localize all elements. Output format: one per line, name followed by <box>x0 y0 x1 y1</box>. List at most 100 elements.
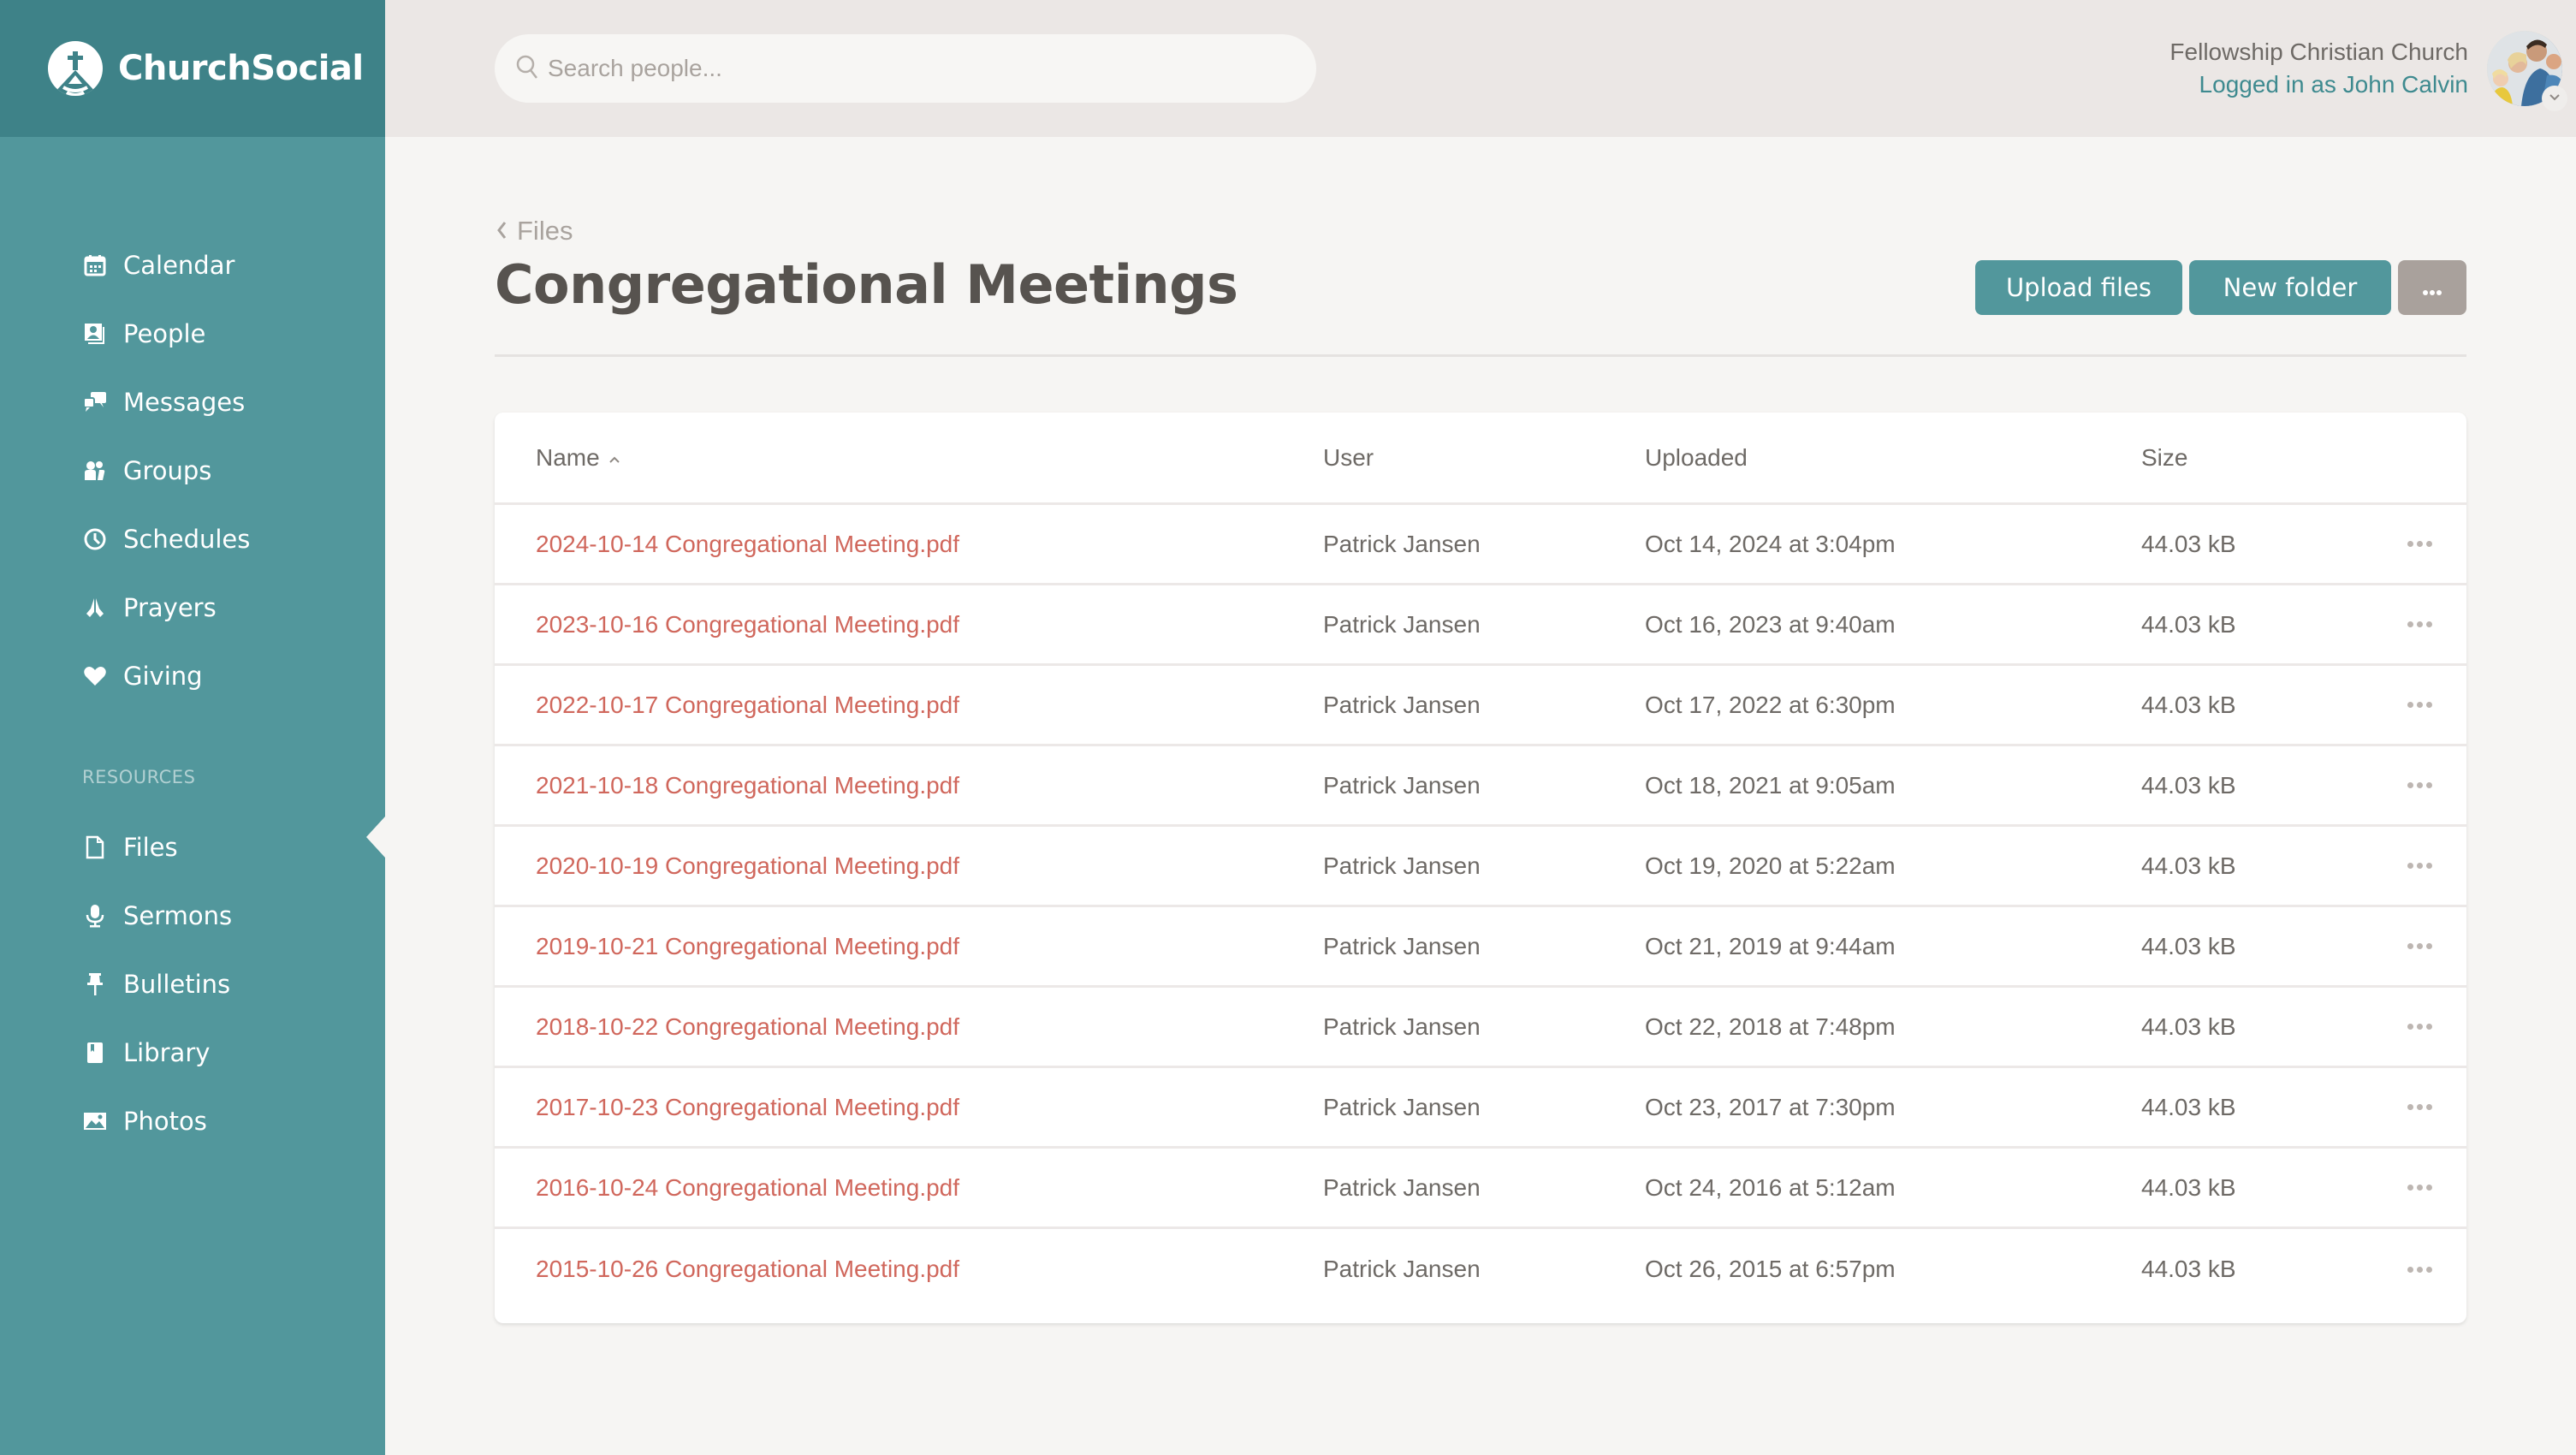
sidebar-item-prayers[interactable]: Prayers <box>82 573 373 642</box>
column-header-uploaded[interactable]: Uploaded <box>1645 444 2141 472</box>
files-table: Name User Uploaded Size 2024-10-14 Congr… <box>495 413 2466 1323</box>
table-body: 2024-10-14 Congregational Meeting.pdf Pa… <box>495 505 2466 1310</box>
file-uploaded-date: Oct 14, 2024 at 3:04pm <box>1645 530 1896 557</box>
file-name-link[interactable]: 2015-10-26 Congregational Meeting.pdf <box>536 1256 959 1282</box>
file-uploaded-date: Oct 21, 2019 at 9:44am <box>1645 932 1896 959</box>
file-user: Patrick Jansen <box>1323 530 1481 557</box>
breadcrumb-back-link[interactable]: Files <box>496 216 573 246</box>
row-actions-menu-icon[interactable] <box>2401 1260 2439 1280</box>
groups-icon <box>82 458 108 484</box>
image-icon <box>82 1108 108 1134</box>
sidebar-item-label: Calendar <box>123 251 235 280</box>
file-uploaded-date: Oct 19, 2020 at 5:22am <box>1645 852 1896 879</box>
search-input[interactable] <box>548 55 1284 82</box>
sidebar: ChurchSocial Calendar People Messages Gr… <box>0 0 385 1455</box>
file-user: Patrick Jansen <box>1323 1013 1481 1040</box>
sidebar-item-groups[interactable]: Groups <box>82 436 373 505</box>
praying-hands-icon <box>82 595 108 621</box>
file-user: Patrick Jansen <box>1323 932 1481 959</box>
logo[interactable]: ChurchSocial <box>0 0 385 137</box>
file-user: Patrick Jansen <box>1323 852 1481 879</box>
file-size: 44.03 kB <box>2141 1093 2236 1120</box>
sidebar-item-label: Library <box>123 1038 211 1067</box>
top-bar: Fellowship Christian Church Logged in as… <box>385 0 2576 137</box>
sidebar-item-bulletins[interactable]: Bulletins <box>82 950 373 1018</box>
microphone-icon <box>82 903 108 929</box>
file-size: 44.03 kB <box>2141 771 2236 799</box>
table-header: Name User Uploaded Size <box>495 413 2466 505</box>
sidebar-item-people[interactable]: People <box>82 300 373 368</box>
file-name-link[interactable]: 2016-10-24 Congregational Meeting.pdf <box>536 1174 959 1201</box>
file-user: Patrick Jansen <box>1323 1093 1481 1120</box>
messages-icon <box>82 389 108 415</box>
file-user: Patrick Jansen <box>1323 610 1481 638</box>
file-name-link[interactable]: 2017-10-23 Congregational Meeting.pdf <box>536 1094 959 1120</box>
file-user: Patrick Jansen <box>1323 691 1481 718</box>
file-name-link[interactable]: 2024-10-14 Congregational Meeting.pdf <box>536 531 959 557</box>
sidebar-item-calendar[interactable]: Calendar <box>82 231 373 300</box>
file-size: 44.03 kB <box>2141 932 2236 959</box>
file-size: 44.03 kB <box>2141 610 2236 638</box>
sidebar-item-schedules[interactable]: Schedules <box>82 505 373 573</box>
active-item-indicator <box>366 817 385 858</box>
sidebar-item-label: Giving <box>123 662 203 691</box>
file-name-link[interactable]: 2021-10-18 Congregational Meeting.pdf <box>536 772 959 799</box>
sidebar-section-resources: RESOURCES <box>82 767 196 787</box>
row-actions-menu-icon[interactable] <box>2401 1097 2439 1117</box>
app-name: ChurchSocial <box>118 49 364 88</box>
row-actions-menu-icon[interactable] <box>2401 1017 2439 1036</box>
church-name: Fellowship Christian Church <box>2169 39 2468 65</box>
column-header-size[interactable]: Size <box>2141 444 2372 472</box>
sidebar-item-label: Sermons <box>123 901 233 930</box>
row-actions-menu-icon[interactable] <box>2401 615 2439 634</box>
table-row: 2019-10-21 Congregational Meeting.pdf Pa… <box>495 907 2466 988</box>
church-logo-icon <box>48 41 103 96</box>
file-size: 44.03 kB <box>2141 1256 2236 1282</box>
sidebar-item-files[interactable]: Files <box>82 813 373 882</box>
sidebar-item-giving[interactable]: Giving <box>82 642 373 710</box>
heart-icon <box>82 663 108 689</box>
file-user: Patrick Jansen <box>1323 1256 1481 1282</box>
column-header-user[interactable]: User <box>1323 444 1645 472</box>
sidebar-item-sermons[interactable]: Sermons <box>82 882 373 950</box>
sidebar-item-label: Schedules <box>123 525 251 554</box>
search-bar[interactable] <box>495 34 1316 103</box>
upload-files-button[interactable]: Upload files <box>1975 260 2182 315</box>
table-row: 2020-10-19 Congregational Meeting.pdf Pa… <box>495 827 2466 907</box>
row-actions-menu-icon[interactable] <box>2401 856 2439 876</box>
account-dropdown-button[interactable] <box>2542 86 2567 111</box>
table-row: 2018-10-22 Congregational Meeting.pdf Pa… <box>495 988 2466 1068</box>
sidebar-item-library[interactable]: Library <box>82 1018 373 1087</box>
file-uploaded-date: Oct 18, 2021 at 9:05am <box>1645 771 1896 799</box>
page-actions: Upload files New folder <box>1975 260 2466 315</box>
file-name-link[interactable]: 2018-10-22 Congregational Meeting.pdf <box>536 1013 959 1040</box>
calendar-icon <box>82 252 108 278</box>
file-name-link[interactable]: 2019-10-21 Congregational Meeting.pdf <box>536 933 959 959</box>
sidebar-nav: Calendar People Messages Groups Schedule… <box>82 231 373 1155</box>
row-actions-menu-icon[interactable] <box>2401 534 2439 554</box>
table-row: 2016-10-24 Congregational Meeting.pdf Pa… <box>495 1149 2466 1229</box>
chevron-left-icon <box>496 216 507 246</box>
sidebar-item-messages[interactable]: Messages <box>82 368 373 436</box>
table-row: 2023-10-16 Congregational Meeting.pdf Pa… <box>495 585 2466 666</box>
search-icon <box>515 54 539 84</box>
title-divider <box>495 354 2466 357</box>
logged-in-user-link[interactable]: Logged in as John Calvin <box>2169 68 2468 101</box>
new-folder-button[interactable]: New folder <box>2189 260 2391 315</box>
file-size: 44.03 kB <box>2141 691 2236 718</box>
table-row: 2021-10-18 Congregational Meeting.pdf Pa… <box>495 746 2466 827</box>
file-size: 44.03 kB <box>2141 1013 2236 1040</box>
more-options-button[interactable] <box>2398 260 2466 315</box>
row-actions-menu-icon[interactable] <box>2401 695 2439 715</box>
sidebar-item-photos[interactable]: Photos <box>82 1087 373 1155</box>
file-name-link[interactable]: 2022-10-17 Congregational Meeting.pdf <box>536 692 959 718</box>
file-size: 44.03 kB <box>2141 530 2236 557</box>
sidebar-item-label: Photos <box>123 1107 207 1136</box>
file-name-link[interactable]: 2020-10-19 Congregational Meeting.pdf <box>536 852 959 879</box>
file-size: 44.03 kB <box>2141 1173 2236 1201</box>
row-actions-menu-icon[interactable] <box>2401 936 2439 956</box>
row-actions-menu-icon[interactable] <box>2401 775 2439 795</box>
row-actions-menu-icon[interactable] <box>2401 1178 2439 1197</box>
column-header-name[interactable]: Name <box>495 444 1323 472</box>
file-name-link[interactable]: 2023-10-16 Congregational Meeting.pdf <box>536 611 959 638</box>
